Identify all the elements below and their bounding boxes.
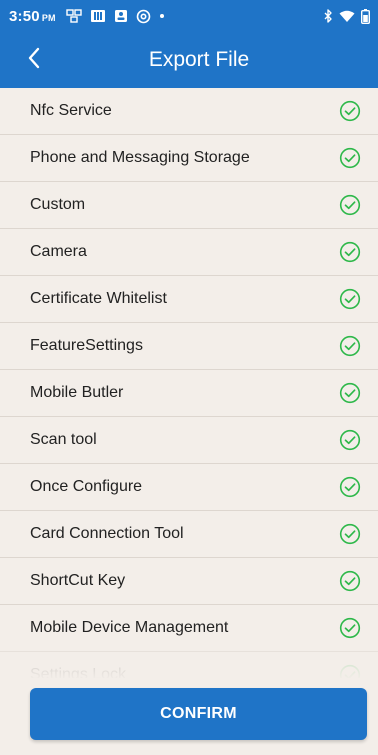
check-circle-icon[interactable] (339, 335, 361, 357)
check-circle-icon[interactable] (339, 617, 361, 639)
status-time: 3:50 PM (9, 8, 56, 25)
battery-icon (361, 8, 370, 24)
list-item[interactable]: Mobile Butler (0, 370, 378, 417)
list-item[interactable]: ShortCut Key (0, 558, 378, 605)
check-circle-icon[interactable] (339, 100, 361, 122)
check-circle-icon[interactable] (339, 194, 361, 216)
list-item-label: Camera (30, 243, 87, 260)
sim-icon (66, 9, 82, 23)
list-item[interactable]: Scan tool (0, 417, 378, 464)
list-item-label: Card Connection Tool (30, 525, 184, 542)
list-item[interactable]: Phone and Messaging Storage (0, 135, 378, 182)
app-bar: Export File (0, 32, 378, 88)
list-item[interactable]: Nfc Service (0, 88, 378, 135)
list-item-label: Mobile Device Management (30, 619, 229, 636)
dot-icon (159, 13, 165, 19)
list-item-label: Scan tool (30, 431, 97, 448)
status-time-ampm: PM (41, 12, 56, 23)
bluetooth-icon (323, 9, 333, 23)
check-circle-icon[interactable] (339, 147, 361, 169)
wifi-icon (339, 10, 355, 23)
grid-icon (90, 9, 106, 23)
status-icons-right (323, 8, 370, 24)
page-title: Export File (148, 48, 250, 71)
list-item[interactable]: Camera (0, 229, 378, 276)
check-circle-icon[interactable] (339, 570, 361, 592)
list-item-label: Certificate Whitelist (30, 290, 167, 307)
list-item[interactable]: FeatureSettings (0, 323, 378, 370)
check-circle-icon[interactable] (339, 664, 361, 678)
export-item-list[interactable]: Nfc Service Phone and Messaging Storage Cu… (0, 88, 378, 678)
list-item[interactable]: Once Configure (0, 464, 378, 511)
check-circle-icon[interactable] (339, 429, 361, 451)
check-circle-icon[interactable] (339, 288, 361, 310)
check-circle-icon[interactable] (339, 476, 361, 498)
list-item[interactable]: Settings Lock (0, 652, 378, 678)
list-item-label: Phone and Messaging Storage (30, 149, 250, 166)
list-item[interactable]: Card Connection Tool (0, 511, 378, 558)
check-circle-icon[interactable] (339, 382, 361, 404)
list-item-label: Mobile Butler (30, 384, 124, 401)
list-item[interactable]: Certificate Whitelist (0, 276, 378, 323)
at-icon (136, 9, 151, 24)
check-circle-icon[interactable] (339, 523, 361, 545)
status-time-value: 3:50 (9, 7, 40, 25)
list-item-label: Nfc Service (30, 102, 112, 119)
list-item[interactable]: Mobile Device Management (0, 605, 378, 652)
list-item-label: FeatureSettings (30, 337, 143, 354)
portrait-icon (114, 9, 128, 23)
status-icons-left (66, 9, 165, 24)
list-item[interactable]: Custom (0, 182, 378, 229)
list-item-label: ShortCut Key (30, 572, 126, 589)
confirm-button[interactable]: CONFIRM (30, 688, 367, 740)
status-bar: 3:50 PM (0, 0, 378, 32)
list-item-label: Custom (30, 196, 86, 213)
list-item-label: Settings Lock (30, 666, 127, 678)
list-item-label: Once Configure (30, 478, 143, 495)
check-circle-icon[interactable] (339, 241, 361, 263)
